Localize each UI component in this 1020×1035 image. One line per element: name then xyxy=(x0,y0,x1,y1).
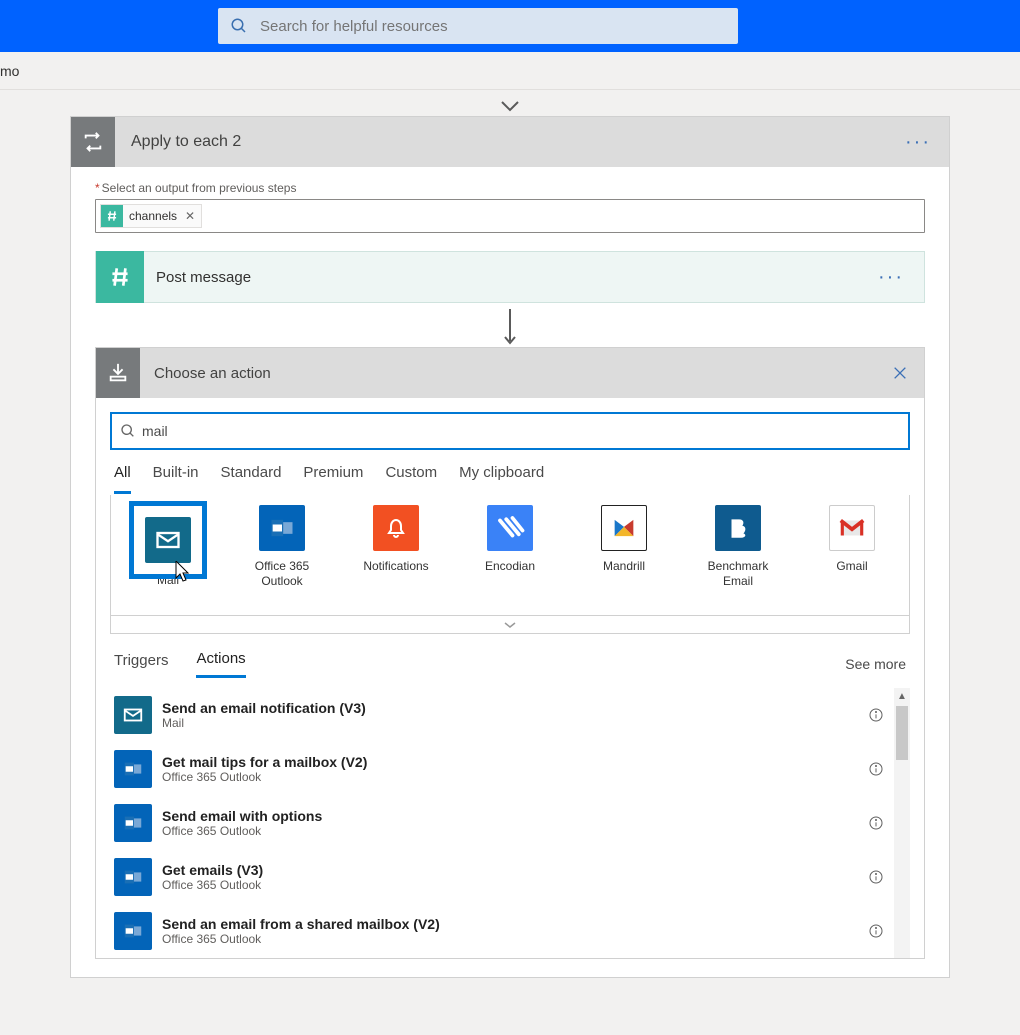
token-channels[interactable]: channels ✕ xyxy=(100,204,202,228)
triggers-actions-row: Triggers Actions See more xyxy=(110,634,910,688)
connector-gmail[interactable]: Gmail xyxy=(807,505,897,603)
action-connector: Mail xyxy=(162,716,366,730)
connector-mail[interactable]: Mail xyxy=(123,505,213,603)
connector-label: Gmail xyxy=(807,559,897,589)
connector-label: Office 365 Outlook xyxy=(237,559,327,589)
global-search-input[interactable] xyxy=(258,17,726,36)
action-item[interactable]: Send an email from a shared mailbox (V2)… xyxy=(110,904,910,958)
action-title: Get mail tips for a mailbox (V2) xyxy=(162,754,367,770)
action-item[interactable]: Get emails (V3) Office 365 Outlook xyxy=(110,850,910,904)
tab-my-clipboard[interactable]: My clipboard xyxy=(459,464,544,494)
connector-label: Encodian xyxy=(465,559,555,589)
close-button[interactable] xyxy=(876,365,924,381)
action-connector: Office 365 Outlook xyxy=(162,824,322,838)
outlook-icon xyxy=(114,804,152,842)
connector-grid: Mail Office 365 xyxy=(110,495,910,616)
action-title: Send an email notification (V3) xyxy=(162,700,366,716)
connector-encodian[interactable]: Encodian xyxy=(465,505,555,603)
action-title: Send an email from a shared mailbox (V2) xyxy=(162,916,440,932)
tab-standard[interactable]: Standard xyxy=(221,464,282,494)
tab-built-in[interactable]: Built-in xyxy=(153,464,199,494)
info-icon[interactable] xyxy=(868,815,884,831)
outlook-icon xyxy=(114,858,152,896)
apply-to-each-title: Apply to each 2 xyxy=(115,133,887,151)
choose-action-header: Choose an action xyxy=(96,348,924,398)
mail-icon xyxy=(114,696,152,734)
action-connector: Office 365 Outlook xyxy=(162,932,440,946)
info-icon[interactable] xyxy=(868,761,884,777)
action-search[interactable] xyxy=(110,412,910,450)
action-item[interactable]: Send email with options Office 365 Outlo… xyxy=(110,796,910,850)
post-message-card[interactable]: Post message ··· xyxy=(95,251,925,303)
breadcrumb-text: mo xyxy=(0,63,23,79)
outlook-icon xyxy=(114,912,152,950)
tab-custom[interactable]: Custom xyxy=(385,464,437,494)
flow-canvas: Apply to each 2 ··· *Select an output fr… xyxy=(0,90,1020,978)
search-icon xyxy=(230,17,258,35)
output-field-label: *Select an output from previous steps xyxy=(95,181,925,195)
more-menu-button[interactable]: ··· xyxy=(858,266,924,289)
connector-label: Benchmark Email xyxy=(693,559,783,589)
action-connector: Office 365 Outlook xyxy=(162,878,263,892)
hash-icon xyxy=(96,251,144,303)
action-connector: Office 365 Outlook xyxy=(162,770,367,784)
global-search[interactable] xyxy=(218,8,738,44)
connector-benchmark-email[interactable]: Benchmark Email xyxy=(693,505,783,603)
scroll-up-icon[interactable]: ▲ xyxy=(894,688,910,704)
scrollbar[interactable]: ▲ xyxy=(894,688,910,958)
output-token-input[interactable]: channels ✕ xyxy=(95,199,925,233)
connector-label: Notifications xyxy=(351,559,441,589)
action-title: Get emails (V3) xyxy=(162,862,263,878)
action-item[interactable]: Send an email notification (V3) Mail xyxy=(110,688,910,742)
tab-premium[interactable]: Premium xyxy=(303,464,363,494)
info-icon[interactable] xyxy=(868,869,884,885)
see-more-link[interactable]: See more xyxy=(845,656,906,672)
action-search-input[interactable] xyxy=(140,422,900,440)
action-icon xyxy=(96,348,140,398)
action-item[interactable]: Get mail tips for a mailbox (V2) Office … xyxy=(110,742,910,796)
actions-list: Send an email notification (V3) Mail xyxy=(110,688,910,958)
token-remove-button[interactable]: ✕ xyxy=(183,209,197,223)
flow-arrow-icon xyxy=(500,100,520,114)
search-icon xyxy=(120,423,136,439)
breadcrumb: mo xyxy=(0,52,1020,90)
apply-to-each-card: Apply to each 2 ··· *Select an output fr… xyxy=(70,116,950,978)
scroll-thumb[interactable] xyxy=(896,706,908,760)
apply-to-each-header[interactable]: Apply to each 2 ··· xyxy=(71,117,949,167)
action-title: Send email with options xyxy=(162,808,322,824)
connector-notifications[interactable]: Notifications xyxy=(351,505,441,603)
top-bar xyxy=(0,0,1020,52)
more-menu-button[interactable]: ··· xyxy=(887,131,949,154)
info-icon[interactable] xyxy=(868,923,884,939)
choose-action-card: Choose an action xyxy=(95,347,925,959)
connector-filter-tabs: All Built-in Standard Premium Custom My … xyxy=(110,450,910,495)
info-icon[interactable] xyxy=(868,707,884,723)
flow-arrow-icon xyxy=(95,303,925,347)
tab-triggers[interactable]: Triggers xyxy=(114,652,168,677)
outlook-icon xyxy=(114,750,152,788)
loop-icon xyxy=(71,117,115,167)
post-message-title: Post message xyxy=(144,269,858,286)
expand-connectors-button[interactable] xyxy=(110,616,910,634)
tab-all[interactable]: All xyxy=(114,464,131,494)
connector-office365-outlook[interactable]: Office 365 Outlook xyxy=(237,505,327,603)
choose-action-title: Choose an action xyxy=(140,365,876,382)
tab-actions[interactable]: Actions xyxy=(196,650,245,678)
token-label: channels xyxy=(129,209,177,223)
connector-label: Mandrill xyxy=(579,559,669,589)
connector-mandrill[interactable]: Mandrill xyxy=(579,505,669,603)
hash-icon xyxy=(101,205,123,227)
